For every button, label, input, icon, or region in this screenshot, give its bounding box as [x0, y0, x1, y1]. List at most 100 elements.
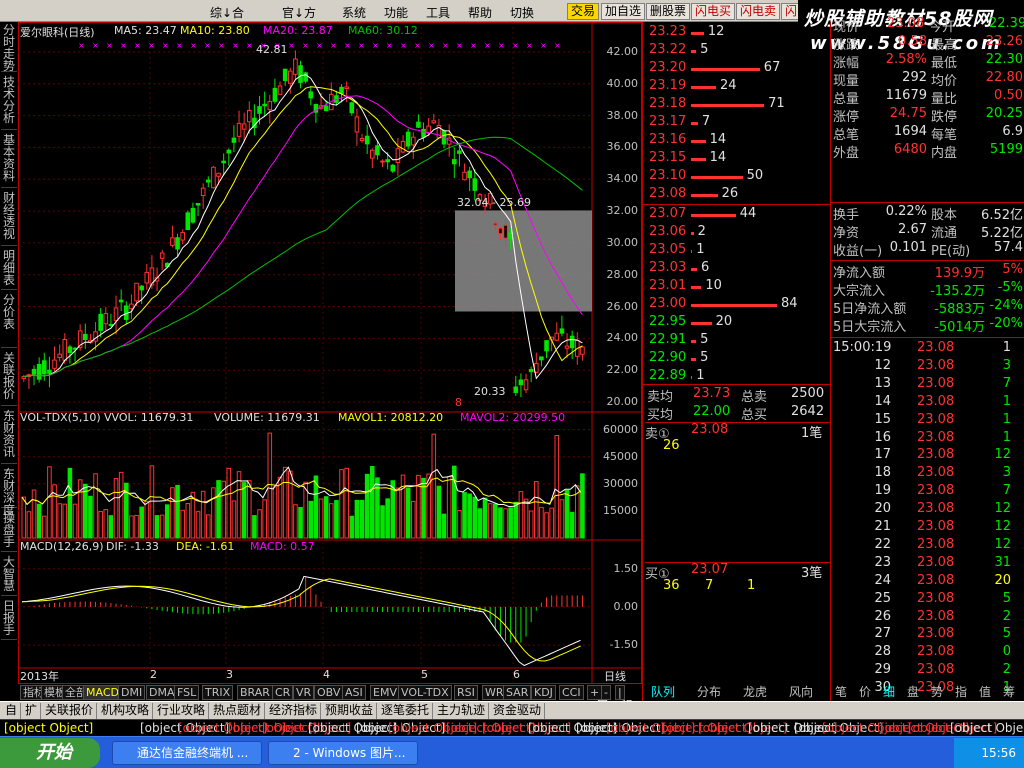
detail-tab[interactable]: 细	[883, 683, 895, 701]
bid-price: 22.91	[649, 332, 687, 347]
stock-name-label: 爱尔眼科(日线)	[20, 26, 95, 39]
candle-body	[272, 87, 278, 102]
indicator-tab[interactable]: FSL	[174, 685, 200, 700]
function-button[interactable]: 自	[2, 703, 22, 719]
candle-body	[452, 159, 457, 165]
menu-item-zonghe[interactable]: 综↓合	[210, 4, 244, 21]
event-marker: 8	[455, 396, 462, 409]
signal-marker: ×	[428, 41, 435, 50]
left-tab-7[interactable]: 东财资讯	[1, 408, 17, 464]
left-tab-1[interactable]: 技术分析	[1, 74, 17, 130]
signal-marker: ×	[484, 41, 491, 50]
quote-value: 20.25	[985, 106, 1023, 121]
indicator-tab[interactable]: VOL-TDX	[398, 685, 452, 700]
indicator-tab[interactable]: RSI	[454, 685, 478, 700]
detail-tab[interactable]: 筹	[1003, 683, 1015, 701]
indicator-tab[interactable]: TRIX	[202, 685, 234, 700]
order-book-tab[interactable]: 龙虎	[743, 683, 767, 701]
function-button[interactable]: 逐笔委托	[378, 703, 434, 719]
quote-value: 22.39	[989, 16, 1024, 31]
flash-buy-button[interactable]: 闪电买	[691, 3, 736, 20]
detail-tab[interactable]: 笔	[835, 683, 847, 701]
left-tab-4[interactable]: 明细表	[1, 248, 17, 290]
indicator-tab[interactable]: DMI	[118, 685, 146, 700]
volume-bar	[344, 467, 349, 539]
function-button[interactable]: 资金驱动	[490, 703, 546, 719]
detail-tab[interactable]: 盘	[907, 683, 919, 701]
function-button[interactable]: 热点题材	[210, 703, 266, 719]
order-book-tab[interactable]: 风向	[789, 683, 813, 701]
menu-item-tools[interactable]: 工具	[426, 4, 450, 21]
indicator-tab[interactable]: DMA	[146, 685, 178, 700]
order-book-tab[interactable]: 分布	[697, 683, 721, 701]
detail-tab[interactable]: 指	[955, 683, 967, 701]
left-tab-6[interactable]: 关联报价	[1, 350, 17, 406]
candle-body	[159, 252, 165, 259]
indicator-tab[interactable]: BRAR	[237, 685, 273, 700]
signal-marker: ×	[498, 41, 505, 50]
indicator-tab[interactable]: SAR	[503, 685, 532, 700]
indicator-tab[interactable]: |	[615, 685, 625, 700]
indicator-tab[interactable]: CR	[272, 685, 294, 700]
quote-label: 总量	[833, 92, 860, 107]
delete-stock-button[interactable]: 删股票	[646, 3, 691, 20]
indicator-tab[interactable]: OBV	[314, 685, 344, 700]
flash-sell-button[interactable]: 闪电卖	[736, 3, 781, 20]
menu-item-help[interactable]: 帮助	[468, 4, 492, 21]
function-button[interactable]: 扩	[22, 703, 42, 719]
indicator-tab[interactable]: +	[587, 685, 603, 700]
candle-body	[216, 172, 221, 177]
function-button[interactable]: 预期收益	[322, 703, 378, 719]
candle-body	[405, 131, 411, 147]
task-windows-picture[interactable]: 2 - Windows 图片...	[268, 741, 418, 765]
volume-bar	[118, 471, 124, 539]
trade-button[interactable]: 交易	[567, 3, 600, 20]
period-label[interactable]: 日线	[604, 668, 626, 684]
detail-tab[interactable]: 值	[979, 683, 991, 701]
menu-item-guanfang[interactable]: 官↓方	[282, 4, 316, 21]
kline-chart-area[interactable]: × × × × × × × × × × × × × × × × × × × × × × × × × × × × × × × × × × ×	[18, 22, 642, 684]
indicator-tab[interactable]: VR	[293, 685, 315, 700]
order-book-tab[interactable]: 队列	[651, 683, 675, 701]
add-favorite-button[interactable]: 加自选	[601, 3, 646, 20]
left-tab-9[interactable]: 操盘手	[1, 510, 17, 552]
left-tab-3[interactable]: 财经透视	[1, 190, 17, 246]
detail-tab[interactable]: 价	[859, 683, 871, 701]
tick-price: 23.08	[917, 519, 955, 534]
candle-body	[83, 333, 88, 341]
indicator-tab[interactable]: CCI	[559, 685, 584, 700]
macd-ytick: -1.50	[609, 638, 638, 652]
function-button[interactable]: 经济指标	[266, 703, 322, 719]
signal-marker: ×	[92, 41, 99, 50]
indicator-tab[interactable]: MACD	[83, 685, 122, 700]
function-button[interactable]: 机构攻略	[98, 703, 154, 719]
left-tab-5[interactable]: 分价表	[1, 292, 17, 348]
detail-tab[interactable]: 势	[931, 683, 943, 701]
indicator-tab[interactable]: -	[601, 685, 611, 700]
indicator-tab[interactable]: EMV	[370, 685, 400, 700]
function-button[interactable]: 行业攻略	[154, 703, 210, 719]
task-tdx-terminal[interactable]: 通达信金融终端机 ...	[112, 741, 262, 765]
menu-item-system[interactable]: 系统	[342, 4, 366, 21]
menu-item-function[interactable]: 功能	[384, 4, 408, 21]
quote-value: 5.22亿	[981, 226, 1023, 241]
left-tab-11[interactable]: 日报手	[1, 598, 17, 640]
left-tab-10[interactable]: 大智慧	[1, 554, 17, 596]
left-tab-0[interactable]: 分时走势	[1, 22, 17, 72]
dea-label: DEA: -1.61	[176, 540, 235, 553]
ticker-item[interactable]: [object Object]	[4, 721, 93, 735]
function-button[interactable]: 主力轨迹	[434, 703, 490, 719]
macd-ytick: 1.50	[613, 561, 639, 575]
left-tab-8[interactable]: 东财深度	[1, 466, 17, 516]
tick-volume: 2	[1002, 662, 1011, 678]
start-button[interactable]: 开始	[0, 738, 100, 768]
signal-marker: ×	[344, 41, 351, 50]
function-button[interactable]: 关联报价	[42, 703, 98, 719]
volume-bar	[364, 473, 370, 539]
left-tab-2[interactable]: 基本资料	[1, 132, 17, 188]
volume-bar	[446, 475, 452, 539]
fund-flow-value: -135.2万	[930, 284, 985, 299]
indicator-tab[interactable]: ASI	[342, 685, 366, 700]
menu-item-switch[interactable]: 切换	[510, 4, 534, 21]
indicator-tab[interactable]: KDJ	[531, 685, 556, 700]
